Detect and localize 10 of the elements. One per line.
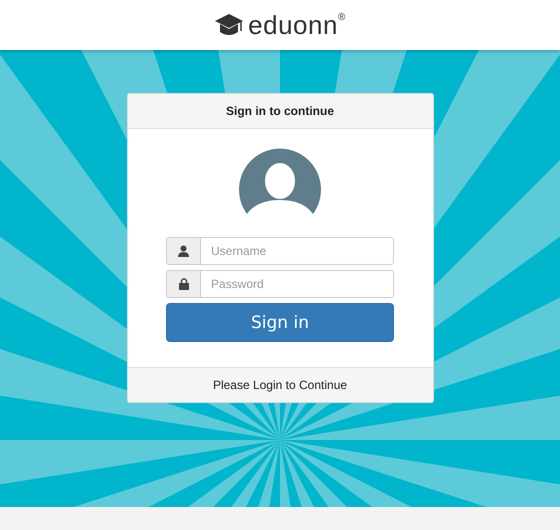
graduation-cap-icon: [214, 13, 244, 37]
avatar-icon: [239, 148, 321, 214]
input-field[interactable]: Password: [166, 270, 394, 298]
sign-in-button[interactable]: Sign in: [166, 303, 394, 342]
card-title: Sign in to continue: [128, 94, 432, 129]
footer-text: Please Login to Continue: [128, 367, 432, 402]
input-field[interactable]: Username: [166, 237, 394, 265]
lock-icon: [178, 278, 188, 290]
logo-text: eduonn$^{®}$: [248, 10, 346, 40]
user-icon: [178, 245, 189, 257]
